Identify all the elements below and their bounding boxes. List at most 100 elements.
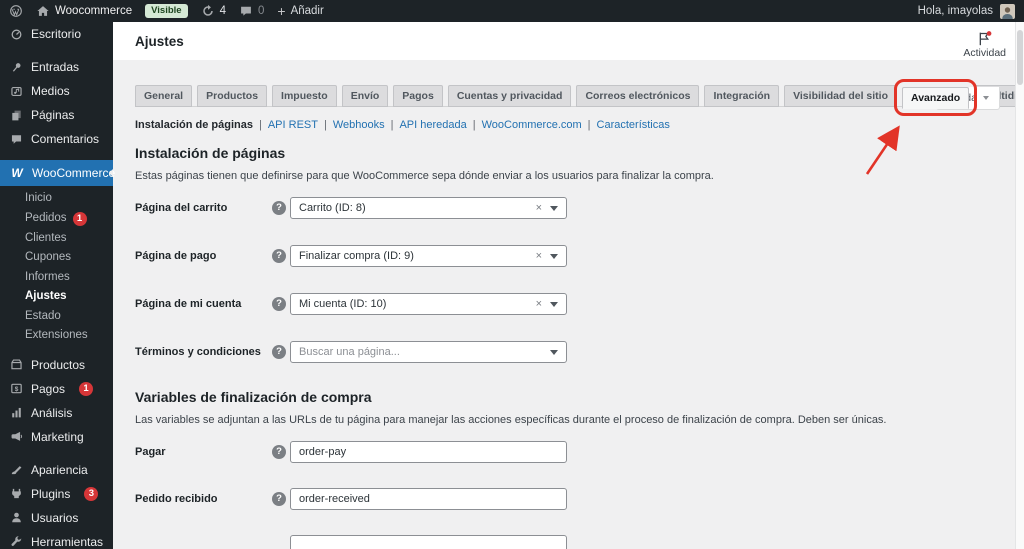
menu-separator — [0, 151, 113, 160]
sidebar-item-label: Herramientas — [31, 534, 104, 549]
sidebar-item-label: Entradas — [31, 60, 80, 74]
subnav-link-woocommerce-com[interactable]: WooCommerce.com — [482, 119, 582, 131]
form-row-pagar: Pagar ? — [135, 441, 988, 463]
updates-refresh-icon — [202, 4, 213, 16]
user-avatar[interactable] — [1000, 3, 1015, 19]
comments-menu[interactable]: 0 — [239, 4, 264, 18]
sidebar-item-plugins[interactable]: Plugins 3 — [0, 482, 113, 506]
help-tip-icon[interactable]: ? — [272, 297, 286, 311]
help-tip-icon[interactable]: ? — [272, 492, 286, 506]
sidebar-item-medios[interactable]: Medios — [0, 79, 113, 103]
chevron-down-icon[interactable] — [550, 253, 558, 259]
subnav-link-api-rest[interactable]: API REST — [268, 119, 318, 131]
submenu-item-pedidos[interactable]: Pedidos 1 — [0, 209, 113, 229]
sidebar-item-label: Apariencia — [31, 462, 88, 477]
field-label: Pedido recibido — [135, 493, 218, 505]
sidebar-item-herramientas[interactable]: Herramientas — [0, 530, 113, 549]
tab-envio[interactable]: Envío — [341, 85, 389, 107]
help-tip-icon[interactable]: ? — [272, 445, 286, 459]
help-tip-icon[interactable]: ? — [272, 345, 286, 359]
section-description: Las variables se adjuntan a las URLs de … — [135, 414, 887, 426]
tab-impuesto[interactable]: Impuesto — [272, 85, 337, 107]
sidebar-item-usuarios[interactable]: Usuarios — [0, 506, 113, 530]
vertical-scrollbar[interactable] — [1015, 22, 1024, 549]
form-row-pagina-de-pago: Página de pago ? Finalizar compra (ID: 9… — [135, 245, 988, 267]
sidebar-item-apariencia[interactable]: Apariencia — [0, 458, 113, 482]
subnav-separator: | — [390, 119, 394, 131]
submenu-item-estado[interactable]: Estado — [0, 307, 113, 327]
cart-page-select[interactable]: Carrito (ID: 8) × — [290, 197, 567, 219]
tab-pagos[interactable]: Pagos — [393, 85, 443, 107]
field-label: Pagar — [135, 446, 166, 458]
tab-integracion[interactable]: Integración — [704, 85, 780, 107]
sidebar-item-paginas[interactable]: Páginas — [0, 103, 113, 127]
selected-value: Mi cuenta (ID: 10) — [299, 298, 387, 310]
sidebar-item-comentarios[interactable]: Comentarios — [0, 127, 113, 151]
sidebar-item-label: Escritorio — [31, 27, 82, 41]
site-menu[interactable]: Woocommerce — [36, 4, 132, 18]
pay-endpoint-input[interactable] — [290, 441, 567, 463]
submenu-item-extensiones[interactable]: Extensiones — [0, 326, 113, 346]
terms-page-select[interactable]: Buscar una página... — [290, 341, 567, 363]
select-controls: × — [536, 202, 558, 214]
tab-avanzado[interactable]: Avanzado — [902, 87, 970, 109]
submenu-item-inicio[interactable]: Inicio — [0, 189, 113, 209]
tab-correos-electronicos[interactable]: Correos electrónicos — [576, 85, 700, 107]
updates-count: 4 — [219, 5, 226, 17]
clear-icon[interactable]: × — [536, 298, 542, 310]
sidebar-item-entradas[interactable]: Entradas — [0, 55, 113, 79]
subnav-link-webhooks[interactable]: Webhooks — [333, 119, 385, 131]
subnav-link-api-heredada[interactable]: API heredada — [399, 119, 466, 131]
help-tip-icon[interactable]: ? — [272, 201, 286, 215]
select-placeholder: Buscar una página... — [299, 346, 400, 358]
tab-visibilidad-del-sitio[interactable]: Visibilidad del sitio — [784, 85, 897, 107]
submenu-item-informes[interactable]: Informes — [0, 268, 113, 288]
tab-productos[interactable]: Productos — [197, 85, 268, 107]
scrollbar-thumb[interactable] — [1017, 30, 1023, 85]
sidebar-item-label: Marketing — [31, 429, 84, 444]
submenu-item-cupones[interactable]: Cupones — [0, 248, 113, 268]
activity-button[interactable]: Actividad — [963, 24, 1006, 59]
sidebar-item-productos[interactable]: Productos — [0, 353, 113, 377]
my-account-page-select[interactable]: Mi cuenta (ID: 10) × — [290, 293, 567, 315]
sidebar-item-woocommerce[interactable]: W WooCommerce — [0, 160, 115, 186]
subnav-current: Instalación de páginas — [135, 119, 253, 131]
sidebar-item-label: Medios — [31, 84, 70, 98]
help-tip-icon[interactable]: ? — [272, 249, 286, 263]
add-new-label: Añadir — [290, 5, 324, 17]
admin-sidebar: Escritorio Entradas Medios Páginas Comen… — [0, 22, 115, 549]
add-new-menu[interactable]: + Añadir — [277, 4, 323, 18]
subnav-link-caracteristicas[interactable]: Características — [597, 119, 670, 131]
order-received-endpoint-input[interactable] — [290, 488, 567, 510]
subnav-separator: | — [472, 119, 476, 131]
partial-endpoint-input[interactable] — [290, 535, 567, 549]
sidebar-item-pagos[interactable]: $ Pagos 1 — [0, 377, 113, 401]
sidebar-item-label: Productos — [31, 357, 86, 372]
media-icon — [11, 86, 22, 96]
updates-menu[interactable]: 4 — [201, 4, 226, 18]
wordpress-logo-menu[interactable] — [9, 4, 23, 18]
checkout-page-select[interactable]: Finalizar compra (ID: 9) × — [290, 245, 567, 267]
chevron-down-icon[interactable] — [550, 349, 558, 355]
clear-icon[interactable]: × — [536, 250, 542, 262]
submenu-item-ajustes[interactable]: Ajustes — [0, 287, 113, 307]
field-label: Página de pago — [135, 250, 217, 262]
menu-separator — [0, 46, 113, 55]
comments-icon — [11, 134, 22, 144]
chevron-down-icon[interactable] — [550, 301, 558, 307]
form-row-partial — [135, 535, 988, 549]
greeting-text[interactable]: Hola, imayolas — [918, 5, 993, 17]
clear-icon[interactable]: × — [536, 202, 542, 214]
tools-wrench-icon — [11, 536, 22, 546]
tab-cuentas-y-privacidad[interactable]: Cuentas y privacidad — [447, 85, 572, 107]
activity-label: Actividad — [963, 46, 1006, 59]
products-box-icon — [11, 359, 22, 370]
tab-general[interactable]: General — [135, 85, 193, 107]
submenu-item-clientes[interactable]: Clientes — [0, 229, 113, 249]
submenu-label: Pedidos — [25, 211, 67, 224]
sidebar-item-escritorio[interactable]: Escritorio — [0, 22, 113, 46]
pages-icon — [12, 110, 21, 120]
sidebar-item-marketing[interactable]: Marketing — [0, 425, 113, 449]
chevron-down-icon[interactable] — [550, 205, 558, 211]
sidebar-item-analisis[interactable]: Análisis — [0, 401, 113, 425]
